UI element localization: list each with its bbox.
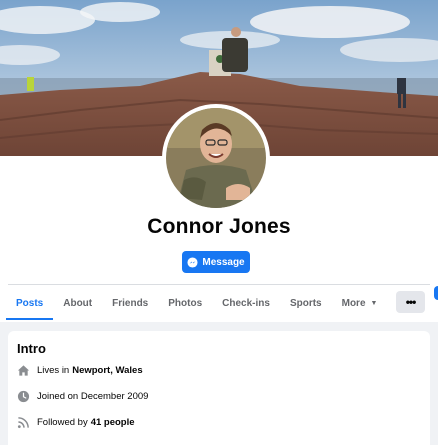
more-options-button[interactable]: ••• [396,291,425,313]
caret-down-icon: ▼ [370,299,378,307]
tab-more-label: More [341,297,366,309]
tab-about[interactable]: About [53,290,102,316]
lives-place-link[interactable]: Newport, Wales [72,365,142,376]
header-divider [8,284,430,285]
intro-joined-row: Joined on December 2009 [17,388,148,404]
ellipsis-icon: ••• [405,295,417,309]
tab-about-label: About [63,297,93,309]
intro-title: Intro [17,341,46,356]
tab-check-ins[interactable]: Check-ins [212,290,280,316]
joined-text: Joined on December 2009 [37,390,149,402]
rss-feed-icon [17,416,29,428]
tab-check-ins-label: Check-ins [222,297,270,309]
profile-avatar[interactable] [166,108,266,208]
tab-posts-label: Posts [16,297,44,309]
lives-prefix: Lives in [37,364,70,376]
intro-lives-row: Lives in Newport, Wales [17,362,143,378]
tab-sports[interactable]: Sports [280,290,332,316]
tab-friends[interactable]: Friends [102,290,158,316]
floating-edge-button[interactable] [434,286,438,300]
message-button[interactable]: Message [182,251,250,273]
followers-link[interactable]: 41 people [91,417,135,428]
clock-icon [17,390,30,402]
tab-more[interactable]: More ▼ [332,290,388,316]
tab-friends-label: Friends [112,297,149,309]
profile-name: Connor Jones [147,215,291,238]
messenger-icon [187,256,198,268]
tab-sports-label: Sports [289,297,322,309]
profile-tabs: Posts About Friends Photos Check-ins Spo… [6,290,387,320]
profile-header: Connor Jones Message Posts About Friends… [0,0,438,322]
home-icon [17,364,30,376]
intro-followed-row: Followed by 41 people [17,414,135,430]
tab-photos-label: Photos [168,297,203,309]
followed-prefix: Followed by [37,416,88,428]
message-button-label: Message [202,256,245,268]
tab-photos[interactable]: Photos [158,290,212,316]
intro-card: Intro Lives in Newport, Wales Joined on … [8,331,430,445]
tab-posts[interactable]: Posts [6,290,54,320]
